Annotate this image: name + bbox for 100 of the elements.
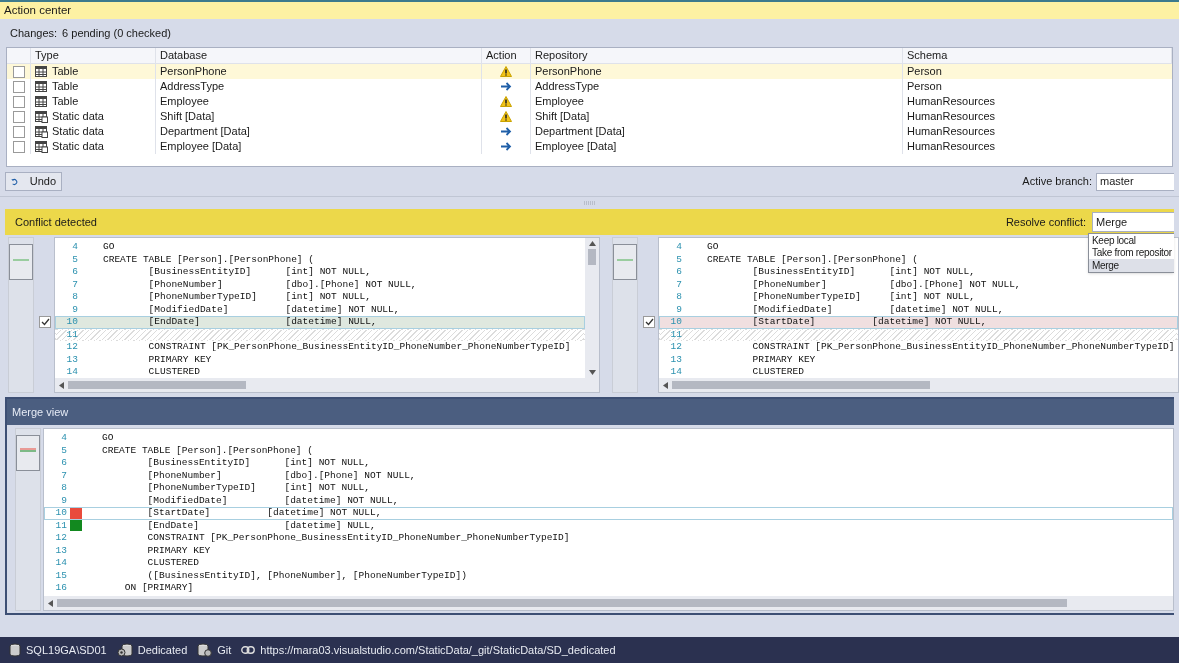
- scroll-thumb[interactable]: [68, 381, 246, 389]
- database-link-icon: [197, 643, 213, 657]
- line-number: 14: [669, 365, 682, 378]
- status-text: SQL19GA\SD01: [26, 642, 107, 658]
- code-line: [ModifiedDate] [datetime] NOT NULL,: [751, 302, 1004, 317]
- code-line: CLUSTERED: [751, 365, 804, 378]
- code-line: [StartDate] [datetime] NOT NULL,: [751, 315, 987, 330]
- code-line: GO: [707, 240, 719, 255]
- vertical-scrollbar[interactable]: [585, 238, 599, 378]
- warning-icon: [500, 96, 512, 107]
- table-icon: [35, 65, 48, 78]
- line-number: 11: [669, 327, 682, 342]
- horizontal-scrollbar[interactable]: [55, 378, 599, 392]
- warning-icon: [500, 111, 512, 122]
- line-number: 5: [71, 252, 78, 267]
- table-cell-text: PersonPhone: [160, 64, 227, 80]
- line-number: 10: [65, 315, 78, 330]
- horizontal-scrollbar[interactable]: [44, 596, 1173, 610]
- table-data-icon: [35, 140, 48, 153]
- repository-link[interactable]: https://mara03.visualstudio.com/StaticData/_git/StaticData/SD_dedicated: [260, 641, 616, 659]
- code-line: CONSTRAINT [PK_PersonPhone_BusinessEntityID_PhoneNumber_PhoneNumberTypeID]: [146, 531, 570, 546]
- scroll-down-arrow-icon[interactable]: [588, 370, 596, 375]
- table-data-icon: [35, 110, 48, 123]
- line-number: 13: [669, 352, 682, 367]
- table-cell-text: AddressType: [160, 79, 225, 95]
- checkbox[interactable]: [12, 140, 25, 153]
- checkbox[interactable]: [39, 316, 51, 329]
- line-number: 12: [65, 340, 78, 355]
- database-gear-icon: [116, 643, 133, 657]
- line-number: 5: [675, 252, 682, 267]
- code-line: [PhoneNumberTypeID] [int] NOT NULL,: [147, 290, 371, 305]
- scroll-left-arrow-icon[interactable]: [59, 381, 64, 389]
- checkbox[interactable]: [12, 80, 25, 93]
- line-number: 10: [54, 506, 67, 521]
- column-header[interactable]: Database: [156, 48, 482, 63]
- checkbox[interactable]: [12, 125, 25, 138]
- table-cell-text: Shift [Data]: [535, 109, 590, 125]
- code-line: GO: [103, 240, 115, 255]
- code-line: ON [PRIMARY]: [123, 581, 194, 596]
- column-header[interactable]: Schema: [903, 48, 1172, 63]
- table-data-icon: [35, 125, 48, 138]
- dropdown-option[interactable]: Keep local: [1089, 234, 1174, 247]
- code-line: [ModifiedDate] [datetime] NOT NULL,: [146, 493, 399, 508]
- warning-icon: [500, 66, 512, 77]
- code-line: CREATE TABLE [Person].[PersonPhone] (: [103, 252, 314, 267]
- added-marker: [70, 520, 82, 532]
- scroll-up-arrow-icon[interactable]: [588, 241, 596, 246]
- code-line: GO: [102, 431, 114, 446]
- dropdown-option[interactable]: Merge: [1089, 259, 1174, 272]
- conflict-title: Conflict detected: [15, 214, 97, 230]
- scroll-thumb[interactable]: [57, 599, 1067, 607]
- column-header[interactable]: Action: [482, 48, 531, 63]
- resolve-conflict-select[interactable]: Merge: [1092, 212, 1174, 232]
- checkbox[interactable]: [12, 95, 25, 108]
- column-header[interactable]: Type: [31, 48, 156, 63]
- scroll-left-arrow-icon[interactable]: [48, 599, 53, 607]
- table-row[interactable]: Table PersonPhone PersonPhone Person: [7, 64, 1172, 79]
- line-number: 9: [60, 493, 67, 508]
- code-line: [PhoneNumber] [dbo].[Phone] NOT NULL,: [751, 277, 1021, 292]
- branch-field[interactable]: master: [1096, 172, 1174, 191]
- table-cell-text: PersonPhone: [535, 64, 602, 80]
- changes-label: Changes:: [10, 25, 58, 41]
- merge-view-title: Merge view: [12, 404, 69, 420]
- code-line: CONSTRAINT [PK_PersonPhone_BusinessEntityID_PhoneNumber_PhoneNumberTypeID]: [147, 340, 571, 355]
- changes-summary: 6 pending (0 checked): [62, 25, 171, 41]
- line-number: 10: [669, 315, 682, 330]
- checkbox[interactable]: [12, 110, 25, 123]
- resolve-conflict-label: Resolve conflict:: [1005, 214, 1086, 230]
- column-header[interactable]: Repository: [531, 48, 903, 63]
- scroll-thumb[interactable]: [588, 249, 596, 265]
- arrow-right-icon: [500, 127, 512, 136]
- code-line: CREATE TABLE [Person].[PersonPhone] (: [102, 443, 313, 458]
- line-number: 9: [71, 302, 78, 317]
- table-cell-text: Shift [Data]: [160, 109, 215, 125]
- scroll-thumb[interactable]: [672, 381, 930, 389]
- table-cell-text: AddressType: [535, 79, 600, 95]
- removed-marker: [70, 507, 82, 519]
- line-number: 14: [54, 556, 67, 571]
- database-icon: [9, 643, 21, 657]
- scroll-left-arrow-icon[interactable]: [663, 381, 668, 389]
- table-cell-text: Person: [907, 79, 942, 95]
- checkbox[interactable]: [643, 316, 655, 329]
- line-number: 7: [71, 277, 78, 292]
- line-number: 8: [675, 290, 682, 305]
- code-line: [PhoneNumberTypeID] [int] NOT NULL,: [146, 481, 370, 496]
- table-icon: [35, 80, 48, 93]
- undo-button[interactable]: Undo: [5, 172, 62, 191]
- line-number: 4: [675, 240, 682, 255]
- table-cell-text: HumanResources: [907, 139, 996, 155]
- line-number: 5: [60, 443, 67, 458]
- code-line: [PhoneNumberTypeID] [int] NOT NULL,: [751, 290, 975, 305]
- table-cell-text: Employee: [160, 94, 209, 110]
- status-text: Git: [217, 642, 232, 658]
- checkbox[interactable]: [12, 65, 25, 78]
- line-number: 4: [71, 240, 78, 255]
- horizontal-scrollbar[interactable]: [659, 378, 1178, 392]
- code-line: CONSTRAINT [PK_PersonPhone_BusinessEntityID_PhoneNumber_PhoneNumberTypeID]: [751, 340, 1175, 355]
- code-line: [ModifiedDate] [datetime] NOT NULL,: [147, 302, 400, 317]
- link-icon: [241, 646, 256, 654]
- table-icon: [35, 95, 48, 108]
